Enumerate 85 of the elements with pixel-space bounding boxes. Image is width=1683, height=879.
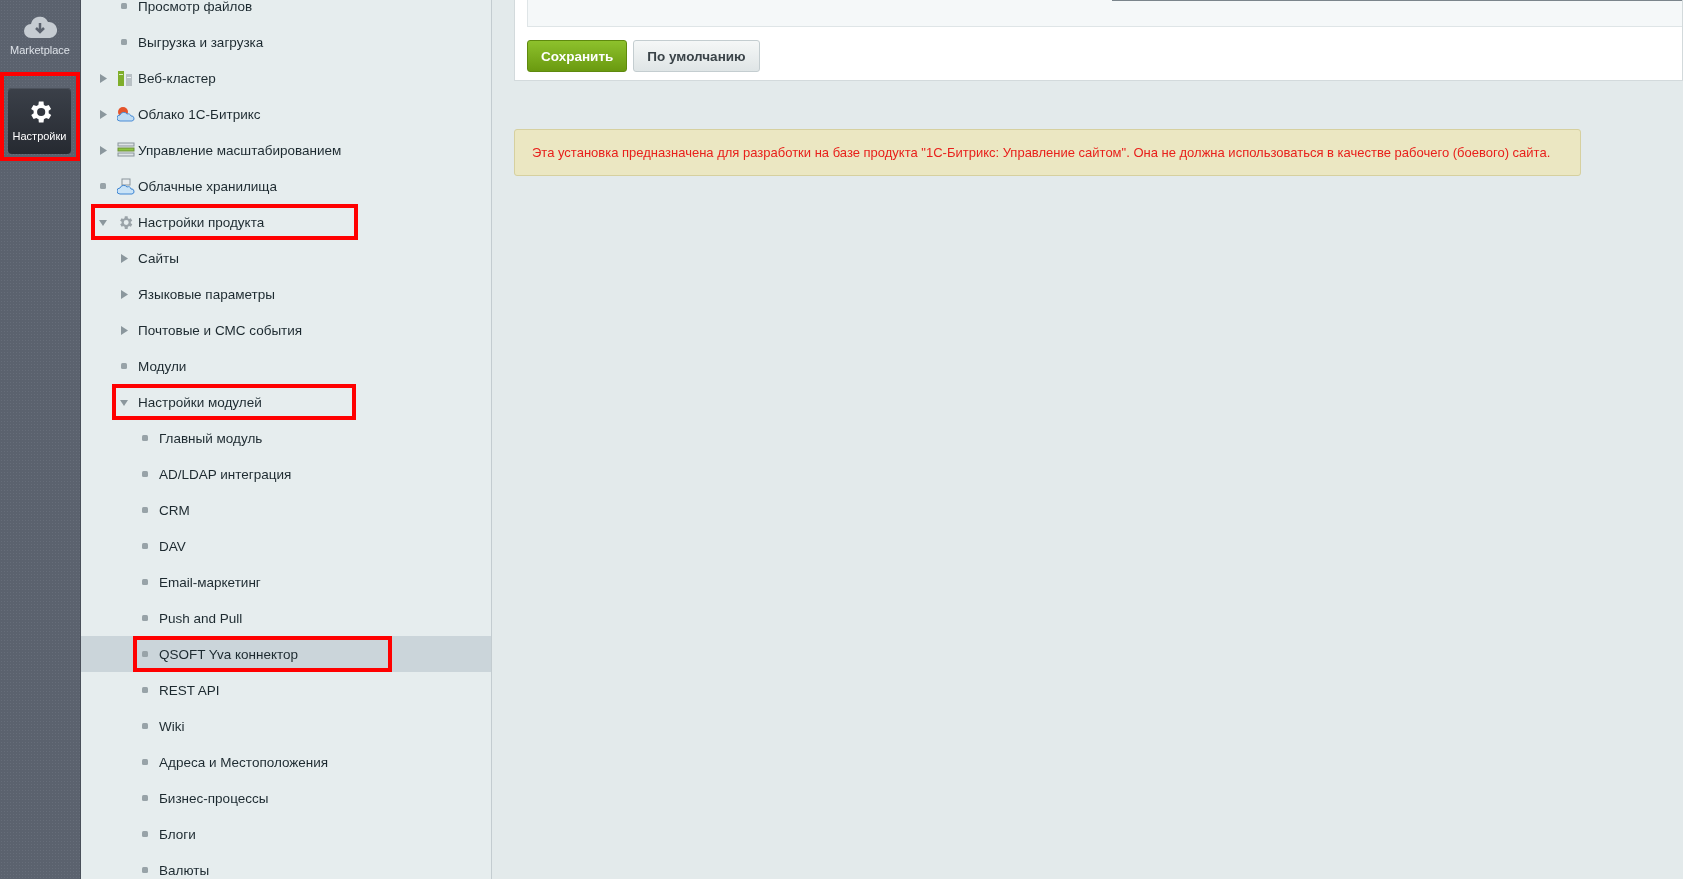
item-label: Push and Pull bbox=[159, 610, 243, 626]
bullet-icon bbox=[142, 831, 148, 837]
bullet-icon bbox=[142, 435, 148, 441]
item-label: Адреса и Местоположения bbox=[159, 754, 329, 770]
item-label: Просмотр файлов bbox=[138, 0, 253, 14]
server-icon bbox=[117, 69, 134, 87]
tree-item[interactable]: Управление масштабированием bbox=[81, 132, 491, 168]
bullet-icon bbox=[142, 723, 148, 729]
tree-item[interactable]: Просмотр файлов bbox=[81, 0, 491, 24]
item-label: AD/LDAP интеграция bbox=[159, 466, 292, 482]
item-label: Блоги bbox=[159, 826, 196, 842]
item-label: Управление масштабированием bbox=[138, 142, 342, 158]
item-label: Email-маркетинг bbox=[159, 574, 261, 590]
panel-button[interactable]: Настройки bbox=[8, 88, 71, 154]
bullet-icon bbox=[121, 3, 127, 9]
tree-item[interactable]: Настройки модулей bbox=[81, 384, 491, 420]
tree-item[interactable]: Настройки продукта bbox=[81, 204, 491, 240]
triangle-icon[interactable] bbox=[120, 325, 128, 335]
tree-item[interactable]: Главный модуль bbox=[81, 420, 491, 456]
tree-item[interactable]: Облачные хранилища bbox=[81, 168, 491, 204]
tree-item[interactable]: CRM bbox=[81, 492, 491, 528]
item-label: REST API bbox=[159, 682, 220, 698]
tree-item[interactable]: Почтовые и СМС события bbox=[81, 312, 491, 348]
item-label: Сайты bbox=[138, 250, 179, 266]
triangle-icon[interactable] bbox=[99, 73, 107, 83]
item-label: Веб-кластер bbox=[138, 70, 216, 86]
triangle-icon[interactable] bbox=[120, 253, 128, 263]
item-label: Языковые параметры bbox=[138, 286, 275, 302]
item-label: Выгрузка и загрузка bbox=[138, 34, 264, 50]
warning-notice: Эта установка предназначена для разработки на базе продукта "1С-Битрикс: Управление сайтом". Она не должна использоваться в качестве рабочего (боевого) сайта. bbox=[514, 129, 1581, 176]
triangle-icon[interactable] bbox=[120, 289, 128, 299]
item-label: Главный модуль bbox=[159, 430, 263, 446]
tree-item[interactable]: Адреса и Местоположения bbox=[81, 744, 491, 780]
stack-icon bbox=[117, 142, 135, 158]
tree-item[interactable]: Модули bbox=[81, 348, 491, 384]
bullet-icon bbox=[142, 615, 148, 621]
bullet-icon bbox=[142, 651, 148, 657]
panel-button[interactable]: Marketplace bbox=[8, 12, 72, 60]
tree-item[interactable]: Языковые параметры bbox=[81, 276, 491, 312]
item-label: Настройки продукта bbox=[138, 214, 265, 230]
bullet-icon bbox=[142, 795, 148, 801]
tree-item[interactable]: Бизнес-процессы bbox=[81, 780, 491, 816]
item-label: Модули bbox=[138, 358, 187, 374]
tree-item[interactable]: Wiki bbox=[81, 708, 491, 744]
tree-item[interactable]: Push and Pull bbox=[81, 600, 491, 636]
item-label: Почтовые и СМС события bbox=[138, 322, 303, 338]
bullet-icon bbox=[121, 39, 127, 45]
item-label: Бизнес-процессы bbox=[159, 790, 269, 806]
triangle-icon[interactable] bbox=[99, 217, 107, 227]
bullet-icon bbox=[142, 759, 148, 765]
cloud-icon bbox=[117, 105, 135, 123]
bullet-icon bbox=[142, 507, 148, 513]
item-label: Облачные хранилища bbox=[138, 178, 277, 194]
tree-item[interactable]: Блоги bbox=[81, 816, 491, 852]
bullet-icon bbox=[142, 579, 148, 585]
item-label: QSOFT Yva коннектор bbox=[159, 646, 299, 662]
bullet-icon bbox=[142, 687, 148, 693]
cloud-download-icon bbox=[23, 14, 57, 40]
bullet-icon bbox=[100, 183, 106, 189]
tree-item[interactable]: DAV bbox=[81, 528, 491, 564]
tree-item[interactable]: Валюты bbox=[81, 852, 491, 879]
bullet-icon bbox=[142, 471, 148, 477]
item-label: DAV bbox=[159, 538, 186, 554]
triangle-icon[interactable] bbox=[120, 397, 128, 407]
item-label: CRM bbox=[159, 502, 190, 518]
gear-icon bbox=[117, 213, 134, 231]
triangle-icon[interactable] bbox=[99, 145, 107, 155]
item-label: Облако 1С-Битрикс bbox=[138, 106, 261, 122]
item-label: Wiki bbox=[159, 718, 185, 734]
triangle-icon[interactable] bbox=[99, 109, 107, 119]
bullet-icon bbox=[121, 363, 127, 369]
tree-item[interactable]: AD/LDAP интеграция bbox=[81, 456, 491, 492]
tree-item[interactable]: Веб-кластер bbox=[81, 60, 491, 96]
cloud-icon bbox=[117, 177, 135, 195]
item-label: Валюты bbox=[159, 862, 210, 878]
tree-item[interactable]: Сайты bbox=[81, 240, 491, 276]
default-button[interactable]: По умолчанию bbox=[633, 40, 760, 72]
tree-item[interactable]: REST API bbox=[81, 672, 491, 708]
bullet-icon bbox=[142, 543, 148, 549]
tree-item[interactable]: Облако 1С-Битрикс bbox=[81, 96, 491, 132]
item-label: Настройки модулей bbox=[138, 394, 262, 410]
tree-item[interactable]: Email-маркетинг bbox=[81, 564, 491, 600]
bullet-icon bbox=[142, 867, 148, 873]
tree-item[interactable]: QSOFT Yva коннектор bbox=[81, 636, 491, 672]
tree-item[interactable]: Выгрузка и загрузка bbox=[81, 24, 491, 60]
